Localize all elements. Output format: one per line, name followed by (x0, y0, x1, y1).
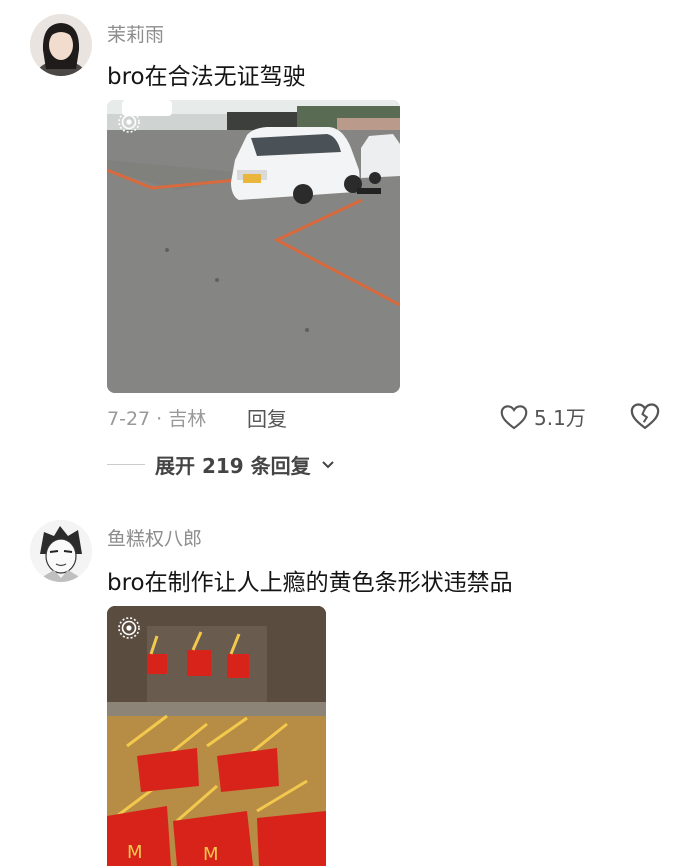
live-photo-icon (118, 617, 140, 639)
comment-text[interactable]: bro在合法无证驾驶 (107, 57, 306, 91)
avatar[interactable] (30, 520, 92, 582)
broken-heart-icon (630, 403, 660, 430)
svg-text:M: M (127, 842, 143, 863)
reply-button[interactable]: 回复 (247, 403, 287, 432)
like-count: 5.1万 (534, 406, 586, 430)
like-button[interactable]: 5.1万 (500, 402, 586, 431)
comment-image[interactable] (107, 100, 400, 393)
comment-image[interactable]: M M (107, 606, 326, 866)
svg-text:M: M (203, 844, 219, 865)
comment-item: 鱼糕权八郎 bro在制作让人上瘾的黄色条形状违禁品 M M (0, 500, 690, 866)
live-photo-icon (118, 111, 140, 133)
dislike-button[interactable] (630, 402, 660, 434)
comment-meta: 7-27 · 吉林 (107, 408, 207, 430)
avatar[interactable] (30, 14, 92, 76)
username[interactable]: 鱼糕权八郎 (107, 524, 202, 551)
heart-icon (500, 404, 528, 429)
comment-item: 茉莉雨 bro在合法无证驾驶 7-27 · 吉林 回复 5.1万 展开 219 … (0, 0, 690, 500)
username[interactable]: 茉莉雨 (107, 20, 164, 47)
comment-text[interactable]: bro在制作让人上瘾的黄色条形状违禁品 (107, 563, 513, 597)
expand-replies-label: 展开 219 条回复 (155, 454, 311, 478)
chevron-down-icon (321, 460, 334, 468)
divider-line (107, 464, 145, 465)
expand-replies-button[interactable]: 展开 219 条回复 (107, 450, 335, 479)
